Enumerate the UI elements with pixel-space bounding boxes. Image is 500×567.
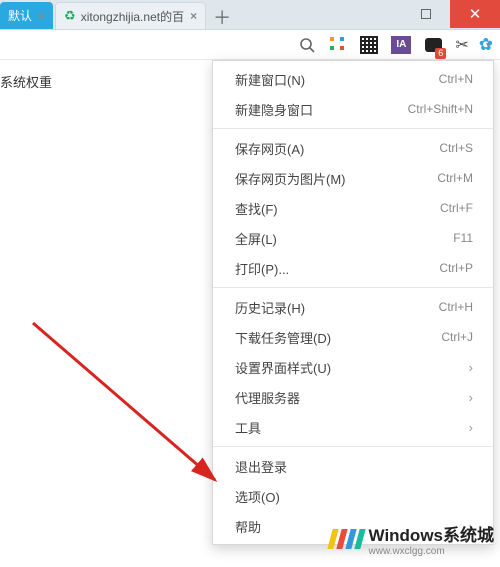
menu-item-shortcut: Ctrl+H [439,300,473,314]
menu-item-shortcut: Ctrl+N [439,72,473,86]
menu-item[interactable]: 选项(O) [213,481,493,511]
menu-item-label: 退出登录 [235,457,287,476]
qrcode-button[interactable] [360,36,378,54]
menu-item-label: 设置界面样式(U) [235,358,331,377]
menu-item-shortcut: Ctrl+P [439,261,473,275]
chevron-right-icon: › [469,420,473,435]
chevron-down-icon: ▾ [462,40,466,49]
qrcode-icon [360,36,378,54]
menu-item[interactable]: 保存网页为图片(M) Ctrl+M [213,163,493,193]
settings-menu-button[interactable]: ✿ ▾ [479,36,490,54]
menu-item-shortcut: Ctrl+S [439,141,473,155]
watermark: Windows系统城 www.wxclgg.com [330,521,494,557]
menu-item[interactable]: 保存网页(A) Ctrl+S [213,133,493,163]
menu-item-shortcut: Ctrl+F [440,201,473,215]
menu-item[interactable]: 代理服务器 › [213,382,493,412]
menu-separator [213,287,493,288]
apps-button[interactable] [329,36,347,54]
menu-item-label: 工具 [235,418,261,437]
menu-item-label: 代理服务器 [235,388,300,407]
menu-separator [213,128,493,129]
grid-icon [330,37,346,53]
ia-button[interactable]: IA [391,36,411,54]
new-tab-button[interactable]: ＋ [210,5,234,29]
tab-inactive-label: xitongzhijia.net的百 [81,8,184,25]
logo-bars [330,529,363,549]
chevron-right-icon: › [469,390,473,405]
menu-item-shortcut: Ctrl+M [437,171,473,185]
plus-icon: ＋ [213,4,231,30]
ia-label: IA [396,39,406,50]
menu-item[interactable]: 打印(P)... Ctrl+P [213,253,493,283]
close-icon: ✕ [469,5,482,23]
chevron-right-icon: › [469,360,473,375]
menu-item-label: 下载任务管理(D) [235,328,331,347]
tab-active[interactable]: 默认 × [0,2,53,29]
messages-button[interactable]: 6 [424,36,442,54]
search-button[interactable] [298,36,316,54]
menu-item[interactable]: 查找(F) Ctrl+F [213,193,493,223]
menu-item[interactable]: 设置界面样式(U) › [213,352,493,382]
messages-badge: 6 [435,48,446,59]
menu-item-label: 历史记录(H) [235,298,305,317]
menu-item-label: 新建隐身窗口 [235,100,313,119]
recycle-icon: ♻ [64,8,76,24]
menu-item[interactable]: 工具 › [213,412,493,442]
menu-item[interactable]: 全屏(L) F11 [213,223,493,253]
menu-item-shortcut: Ctrl+J [441,330,473,344]
maximize-icon [421,9,431,19]
menu-item[interactable]: 下载任务管理(D) Ctrl+J [213,322,493,352]
menu-item-label: 查找(F) [235,199,278,218]
menu-item-label: 新建窗口(N) [235,70,305,89]
watermark-title: Windows系统城 [369,521,494,546]
menu-item[interactable]: 新建隐身窗口 Ctrl+Shift+N [213,94,493,124]
search-icon [299,37,315,53]
chevron-down-icon: ▾ [486,40,490,49]
settings-dropdown: 新建窗口(N) Ctrl+N 新建隐身窗口 Ctrl+Shift+N 保存网页(A) Ct… [212,60,494,545]
menu-item-shortcut: F11 [453,231,473,245]
page-text: 系统权重 [0,72,52,91]
menu-item-label: 保存网页为图片(M) [235,169,346,188]
annotation-arrow [30,320,240,495]
menu-item-shortcut: Ctrl+Shift+N [408,102,473,116]
tab-active-label: 默认 [8,7,32,24]
screenshot-button[interactable]: ✂ ▾ [455,36,465,54]
menu-item-label: 保存网页(A) [235,139,304,158]
menu-item-label: 全屏(L) [235,229,277,248]
tab-inactive[interactable]: ♻ xitongzhijia.net的百 × [55,2,206,29]
toolbar: IA 6 ✂ ▾ ✿ ▾ [0,30,500,60]
tab-bar: 默认 × ♻ xitongzhijia.net的百 × ＋ ✕ [0,0,500,30]
menu-separator [213,446,493,447]
menu-item[interactable]: 退出登录 [213,451,493,481]
menu-item-label: 选项(O) [235,487,280,506]
menu-item-label: 打印(P)... [235,259,289,278]
tab-close-icon[interactable]: × [38,9,45,23]
watermark-url: www.wxclgg.com [369,546,494,557]
window-maximize-button[interactable] [407,0,445,28]
menu-item-label: 帮助 [235,517,261,536]
menu-item[interactable]: 历史记录(H) Ctrl+H [213,292,493,322]
window-close-button[interactable]: ✕ [450,0,500,28]
menu-item[interactable]: 新建窗口(N) Ctrl+N [213,64,493,94]
tab-close-icon[interactable]: × [190,9,197,23]
